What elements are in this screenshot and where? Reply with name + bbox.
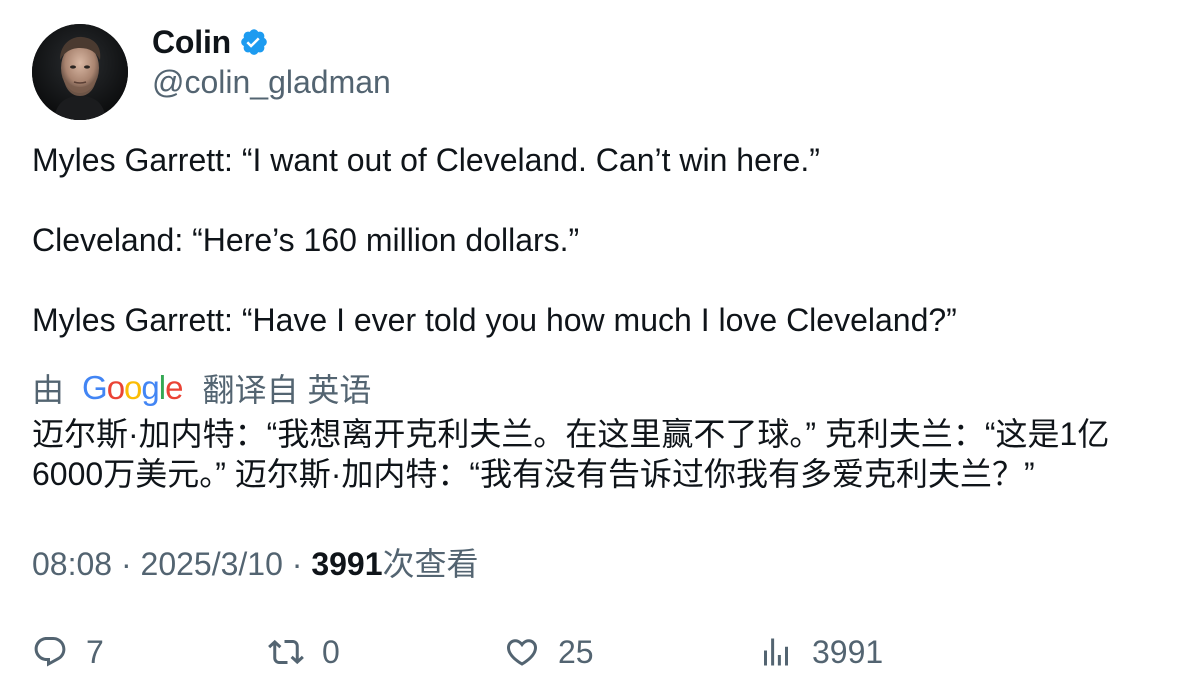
retweet-count: 0 — [322, 633, 340, 670]
like-count: 25 — [558, 633, 594, 670]
translated-from-label: 翻译自 英语 — [202, 372, 372, 408]
translated-text: 迈尔斯·加内特：“我想离开克利夫兰。在这里赢不了球。” 克利夫兰：“这是1亿60… — [32, 416, 1110, 492]
translated-by-row: 由 Google 翻译自 英语 — [32, 366, 371, 410]
reply-icon — [32, 634, 68, 670]
views-button[interactable]: 3991 — [758, 630, 883, 674]
google-logo[interactable]: Google — [82, 366, 183, 410]
reply-count: 7 — [86, 633, 104, 670]
action-bar: 7 0 25 3991 — [32, 630, 1172, 674]
tweet-paragraph: Myles Garrett: “Have I ever told you how… — [32, 302, 957, 338]
meta-separator: · — [282, 546, 312, 582]
tweet: Colin @colin_gladman Myles Garrett: “I w… — [0, 0, 1196, 698]
tweet-time[interactable]: 08:08 — [32, 546, 112, 582]
verified-badge-icon — [239, 27, 269, 57]
translated-by-label: 由 — [32, 372, 65, 408]
avatar[interactable] — [32, 24, 128, 120]
display-name[interactable]: Colin — [152, 24, 231, 60]
views-count: 3991 — [311, 546, 383, 582]
tweet-text: Myles Garrett: “I want out of Cleveland.… — [32, 140, 1162, 340]
retweet-icon — [268, 634, 304, 670]
reply-button[interactable]: 7 — [32, 630, 104, 674]
bar-chart-icon — [758, 634, 794, 670]
name-row: Colin — [152, 24, 391, 60]
tweet-date[interactable]: 2025/3/10 — [141, 546, 283, 582]
tweet-meta: 08:08 · 2025/3/10 · 3991次查看 — [32, 544, 479, 584]
tweet-paragraph: Cleveland: “Here’s 160 million dollars.” — [32, 222, 580, 258]
retweet-button[interactable]: 0 — [268, 630, 340, 674]
heart-icon — [504, 634, 540, 670]
like-button[interactable]: 25 — [504, 630, 594, 674]
views-label: 次查看 — [382, 546, 479, 582]
views-action-count: 3991 — [812, 633, 884, 670]
tweet-paragraph: Myles Garrett: “I want out of Cleveland.… — [32, 142, 820, 178]
tweet-header: Colin @colin_gladman — [32, 24, 391, 120]
author-names: Colin @colin_gladman — [152, 24, 391, 100]
handle[interactable]: @colin_gladman — [152, 64, 391, 100]
meta-separator: · — [112, 546, 141, 582]
